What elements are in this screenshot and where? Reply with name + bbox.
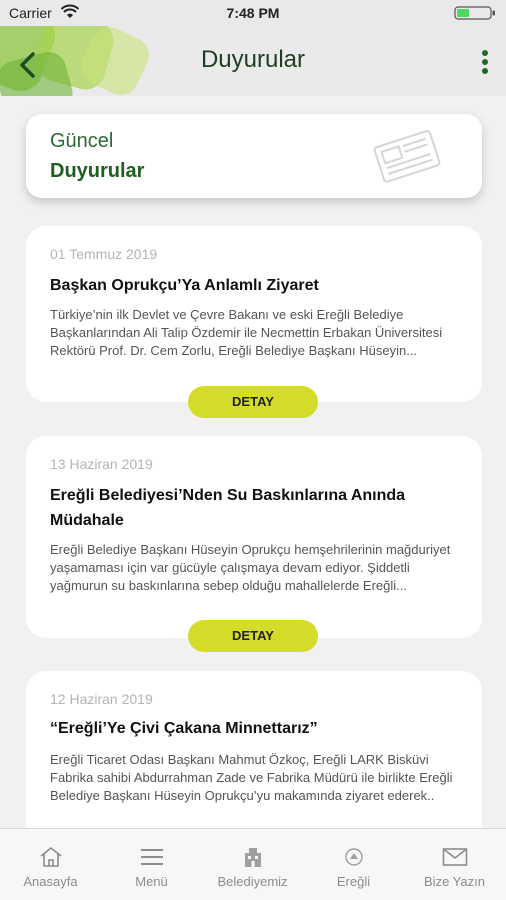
building-icon	[244, 848, 261, 867]
tab-label: Ereğli	[336, 874, 371, 889]
tab-bar: Anasayfa Menü Belediyemiz Ereğli Bize Ya…	[0, 828, 506, 900]
announcement-title: Başkan Oprukçu’Ya Anlamlı Ziyaret	[50, 277, 319, 294]
announcement-list[interactable]: Güncel Duyurular 01 Temmuz 2019 Başkan O…	[0, 96, 506, 828]
announcement-date: 12 Haziran 2019	[50, 691, 153, 707]
tab-anasayfa[interactable]: Anasayfa	[0, 829, 101, 900]
more-vertical-icon	[482, 50, 488, 56]
detail-button[interactable]: DETAY	[188, 386, 318, 418]
clock: 7:48 PM	[226, 5, 280, 21]
announcement-summary: Ereğli Ticaret Odası Başkanı Mahmut Özko…	[50, 752, 453, 803]
section-header-card: Güncel Duyurular	[26, 114, 482, 198]
nav-bar: Duyurular	[0, 26, 506, 96]
menu-icon	[140, 849, 163, 865]
city-icon	[344, 848, 363, 866]
announcement-card[interactable]: 01 Temmuz 2019 Başkan Oprukçu’Ya Anlamlı…	[26, 226, 482, 402]
home-icon	[40, 847, 61, 867]
announcement-date: 01 Temmuz 2019	[50, 246, 158, 262]
page-title: Duyurular	[200, 46, 306, 73]
announcement-date: 13 Haziran 2019	[50, 456, 153, 472]
announcement-card[interactable]: 13 Haziran 2019 Ereğli Belediyesi’Nden S…	[26, 436, 482, 638]
tab-menu[interactable]: Menü	[101, 829, 202, 900]
section-header-line2: Duyurular	[50, 160, 145, 182]
tab-label: Bize Yazın	[424, 874, 485, 889]
more-options-button[interactable]	[478, 48, 492, 78]
tab-label: Belediyemiz	[217, 874, 288, 889]
battery-icon	[454, 6, 495, 20]
newspaper-icon	[373, 130, 441, 183]
tab-eregli[interactable]: Ereğli	[303, 829, 404, 900]
announcement-title: “Ereğli’Ye Çivi Çakana Minnettarız”	[50, 720, 318, 737]
tab-belediyemiz[interactable]: Belediyemiz	[202, 829, 303, 900]
status-bar: Carrier 7:48 PM	[0, 0, 506, 26]
detail-button[interactable]: DETAY	[188, 620, 318, 652]
tab-bize-yazin[interactable]: Bize Yazın	[404, 829, 505, 900]
section-header-line1: Güncel	[50, 130, 114, 152]
announcement-summary: Türkiye’nin ilk Devlet ve Çevre Bakanı v…	[50, 307, 443, 358]
mail-icon	[442, 848, 467, 866]
tab-label: Menü	[135, 874, 168, 889]
tab-label: Anasayfa	[23, 874, 78, 889]
announcement-summary: Ereğli Belediye Başkanı Hüseyin Oprukçu …	[50, 542, 451, 593]
announcement-title: Ereğli Belediyesi’Nden Su Baskınlarına A…	[50, 487, 406, 529]
announcement-card[interactable]: 12 Haziran 2019 “Ereğli’Ye Çivi Çakana M…	[26, 671, 482, 828]
